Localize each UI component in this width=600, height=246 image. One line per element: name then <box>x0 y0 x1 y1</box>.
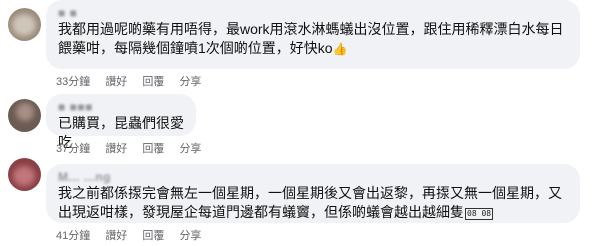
comment-actions: 37分鐘 讚好 回覆 分享 <box>56 142 213 156</box>
like-button[interactable]: 讚好 <box>105 230 127 242</box>
boxed-emoji-icon: 08 08 <box>465 208 494 220</box>
comment-body: 我都用過呢啲藥有用唔得，最work用滾水淋螞蟻出沒位置，跟住用稀釋漂白水每日餵藥… <box>58 21 564 56</box>
comment-bubble: M... ...ng 我之前都係揼完會無左一個星期，一個星期後又會出返黎，再揼又… <box>46 164 580 223</box>
comment-time[interactable]: 37分鐘 <box>56 143 90 155</box>
reply-button[interactable]: 回覆 <box>142 230 164 242</box>
share-button[interactable]: 分享 <box>179 76 201 88</box>
share-button[interactable]: 分享 <box>179 143 201 155</box>
like-button[interactable]: 讚好 <box>105 76 127 88</box>
comment-actions: 33分鐘 讚好 回覆 分享 <box>56 75 213 89</box>
comment-author[interactable]: ■ ■ <box>58 6 568 20</box>
comment-bubble: ■ ■■■ 已購買，昆蟲們很愛吃 <box>46 94 196 150</box>
comment-text: 我之前都係揼完會無左一個星期，一個星期後又會出返黎，再揼又無一個星期，又出現返咁… <box>58 184 568 222</box>
comment-bubble: ■ ■ 我都用過呢啲藥有用唔得，最work用滾水淋螞蟻出沒位置，跟住用稀釋漂白水… <box>46 0 580 69</box>
comment-time[interactable]: 41分鐘 <box>56 230 90 242</box>
comment-actions: 41分鐘 讚好 回覆 分享 <box>56 229 213 243</box>
comment-author[interactable]: ■ ■■■ <box>58 100 184 114</box>
reply-button[interactable]: 回覆 <box>142 143 164 155</box>
comment-text: 我都用過呢啲藥有用唔得，最work用滾水淋螞蟻出沒位置，跟住用稀釋漂白水每日餵藥… <box>58 20 568 59</box>
avatar[interactable] <box>8 8 41 41</box>
like-button[interactable]: 讚好 <box>105 143 127 155</box>
comment-author[interactable]: M... ...ng <box>58 170 568 184</box>
comment-time[interactable]: 33分鐘 <box>56 76 90 88</box>
reply-button[interactable]: 回覆 <box>142 76 164 88</box>
avatar[interactable] <box>8 158 41 191</box>
thumbs-up-emoji-icon: 👍 <box>332 42 348 56</box>
avatar[interactable] <box>8 99 41 132</box>
share-button[interactable]: 分享 <box>179 230 201 242</box>
